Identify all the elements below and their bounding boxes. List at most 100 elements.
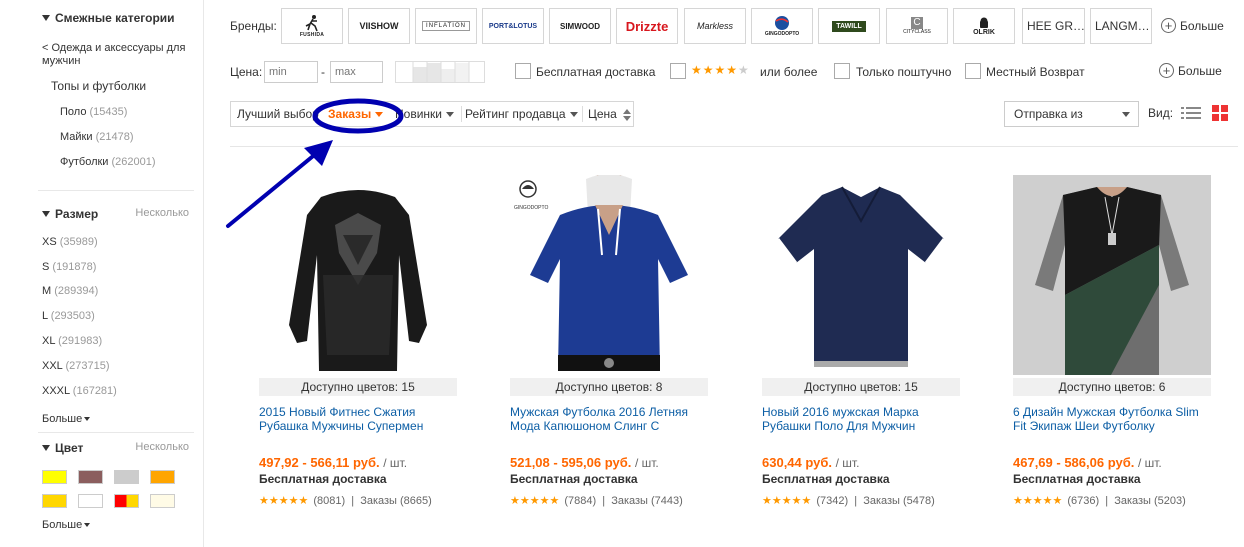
- svg-text:GINGODOPTO: GINGODOPTO: [514, 205, 548, 211]
- subcategory-polo[interactable]: Поло (15435): [60, 106, 127, 119]
- brand-text-item[interactable]: HEE GR…: [1022, 8, 1085, 44]
- brand-logo[interactable]: Markless: [684, 8, 746, 44]
- order-count: Заказы (7443): [611, 495, 683, 507]
- price-dash: -: [321, 65, 325, 79]
- sidebar-divider: [38, 190, 194, 191]
- product-image[interactable]: [762, 175, 960, 375]
- chevron-down-icon: [84, 523, 91, 528]
- free-shipping-label[interactable]: Бесплатная доставка: [536, 65, 655, 79]
- chevron-down-icon: [1122, 112, 1130, 117]
- color-swatch[interactable]: [78, 470, 103, 484]
- color-swatch[interactable]: [150, 470, 175, 484]
- subcategory-tshirts[interactable]: Футболки (262001): [60, 156, 156, 169]
- brand-logo[interactable]: C CITYCLASS: [886, 8, 948, 44]
- sidebar-divider: [38, 432, 194, 433]
- collapse-triangle-icon: [42, 14, 50, 21]
- color-swatch[interactable]: [78, 494, 103, 508]
- colors-more-link[interactable]: Больше: [42, 519, 91, 531]
- parent-category-link[interactable]: < Одежда и аксессуары для мужчин: [42, 42, 192, 68]
- size-option-xxl[interactable]: XXL (273715): [42, 360, 110, 373]
- product-title-link[interactable]: 6 Дизайн Мужская Футболка Slim Fit Экипа…: [1013, 405, 1211, 433]
- price-min-input[interactable]: [264, 61, 318, 83]
- sort-seller-rating[interactable]: Рейтинг продавца: [465, 102, 578, 126]
- list-view-icon[interactable]: [1181, 106, 1201, 121]
- product-card[interactable]: GINGODOPTO Доступно цветов: 8 Мужская Фу…: [510, 175, 708, 515]
- android-icon: [980, 17, 988, 28]
- sort-orders[interactable]: Заказы: [328, 102, 384, 126]
- sizes-more-link[interactable]: Больше: [42, 413, 91, 425]
- sort-best-match[interactable]: Лучший выбор: [237, 102, 319, 126]
- local-return-label[interactable]: Местный Возврат: [986, 65, 1085, 79]
- ship-from-select[interactable]: Отправка из: [1004, 101, 1139, 127]
- price-max-input[interactable]: [330, 61, 383, 83]
- brand-logo[interactable]: Drizzte: [616, 8, 678, 44]
- color-swatch[interactable]: [150, 494, 175, 508]
- size-option-s[interactable]: S (191878): [42, 261, 96, 274]
- brand-logo[interactable]: OLRIK: [953, 8, 1015, 44]
- review-count[interactable]: (8081): [313, 495, 345, 507]
- review-count[interactable]: (7342): [816, 495, 848, 507]
- review-count[interactable]: (6736): [1067, 495, 1099, 507]
- local-return-checkbox[interactable]: [965, 63, 981, 79]
- chevron-down-icon: [84, 417, 91, 422]
- color-heading[interactable]: Цвет: [42, 441, 83, 455]
- single-item-checkbox[interactable]: [834, 63, 850, 79]
- grid-view-icon[interactable]: [1212, 105, 1228, 121]
- product-card[interactable]: Доступно цветов: 15 Новый 2016 мужская М…: [762, 175, 960, 515]
- rating-row: ★★★★★ (7884) | Заказы (7443): [510, 495, 683, 507]
- brand-logo[interactable]: TAWILL: [818, 8, 880, 44]
- size-multi-select[interactable]: Несколько: [135, 207, 189, 219]
- size-heading[interactable]: Размер: [42, 207, 98, 221]
- shipping-info: Бесплатная доставка: [1013, 472, 1141, 486]
- brand-logo[interactable]: PORT&LOTUS: [482, 8, 544, 44]
- free-shipping-checkbox[interactable]: [515, 63, 531, 79]
- size-option-xs[interactable]: XS (35989): [42, 236, 98, 249]
- related-categories-heading[interactable]: Смежные категории: [42, 11, 175, 25]
- price-label: Цена:: [230, 65, 263, 79]
- brand-logo[interactable]: SIMWOOD: [549, 8, 611, 44]
- size-option-l[interactable]: L (293503): [42, 310, 95, 323]
- price-histogram[interactable]: [395, 61, 485, 83]
- shipping-info: Бесплатная доставка: [762, 472, 890, 486]
- brand-logo[interactable]: INFLATION: [415, 8, 477, 44]
- brand-text-item[interactable]: LANGM…: [1090, 8, 1152, 44]
- brand-logo[interactable]: GINGODOPTO: [751, 8, 813, 44]
- product-image[interactable]: GINGODOPTO: [510, 175, 708, 375]
- product-card[interactable]: Доступно цветов: 15 2015 Новый Фитнес Сж…: [259, 175, 457, 515]
- brand-logo[interactable]: VIISHOW: [348, 8, 410, 44]
- shipping-info: Бесплатная доставка: [259, 472, 387, 486]
- order-count: Заказы (8665): [360, 495, 432, 507]
- product-title-link[interactable]: 2015 Новый Фитнес Сжатия Рубашка Мужчины…: [259, 405, 457, 433]
- color-swatch[interactable]: [42, 470, 67, 484]
- color-swatch[interactable]: [42, 494, 67, 508]
- review-count[interactable]: (7884): [564, 495, 596, 507]
- product-title-link[interactable]: Новый 2016 мужская Марка Рубашки Поло Дл…: [762, 405, 960, 433]
- chevron-down-icon: [446, 112, 454, 118]
- sort-new[interactable]: Новинки: [394, 102, 454, 126]
- rating-stars-icon: ★★★★★: [762, 495, 812, 507]
- product-image[interactable]: [1013, 175, 1211, 375]
- color-multi-select[interactable]: Несколько: [135, 441, 189, 453]
- rating-stars-icon[interactable]: ★★★★★: [691, 63, 750, 77]
- rating-stars-icon: ★★★★★: [1013, 495, 1063, 507]
- single-item-label[interactable]: Только поштучно: [856, 65, 951, 79]
- rating-stars-icon: ★★★★★: [510, 495, 560, 507]
- size-option-m[interactable]: M (289394): [42, 285, 98, 298]
- product-card[interactable]: Доступно цветов: 6 6 Дизайн Мужская Футб…: [1013, 175, 1211, 515]
- rating-checkbox[interactable]: [670, 63, 686, 79]
- divider: [582, 106, 583, 122]
- brand-logo[interactable]: FUSHIDA: [281, 8, 343, 44]
- product-title-link[interactable]: Мужская Футболка 2016 Летняя Мода Капюшо…: [510, 405, 708, 433]
- rating-stars-icon: ★★★★★: [259, 495, 309, 507]
- brands-more-button[interactable]: + Больше: [1161, 18, 1224, 33]
- color-swatch[interactable]: [114, 494, 139, 508]
- rating-suffix-label[interactable]: или более: [760, 65, 817, 79]
- arrow-head-icon: [304, 140, 333, 166]
- product-image[interactable]: [259, 175, 457, 375]
- sort-price[interactable]: Цена: [588, 102, 632, 126]
- color-swatch[interactable]: [114, 470, 139, 484]
- filters-more-button[interactable]: + Больше: [1159, 63, 1222, 78]
- size-option-xl[interactable]: XL (291983): [42, 335, 102, 348]
- size-option-xxxl[interactable]: XXXL (167281): [42, 385, 117, 398]
- subcategory-tanks[interactable]: Майки (21478): [60, 131, 134, 144]
